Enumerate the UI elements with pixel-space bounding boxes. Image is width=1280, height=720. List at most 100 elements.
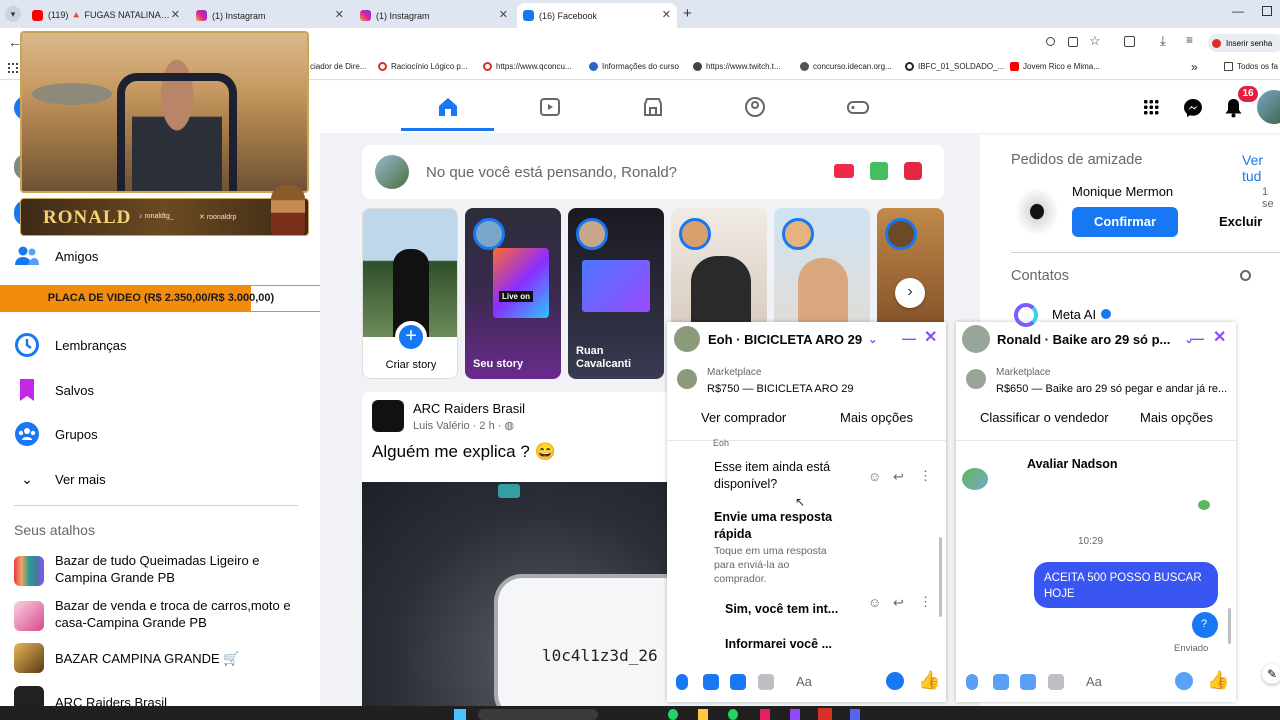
listing-title[interactable]: R$650 — Baike aro 29 só pegar e andar já…	[996, 383, 1232, 395]
gif-icon[interactable]	[1048, 674, 1064, 690]
taskbar-app-icon[interactable]	[790, 709, 800, 720]
taskbar-app-icon[interactable]	[728, 709, 738, 720]
bookmark-5[interactable]: https://www.twitch.t...	[693, 62, 781, 71]
see-all-link[interactable]: Ver tud	[1242, 152, 1280, 184]
taskbar-app-icon[interactable]	[698, 709, 708, 720]
sticker-icon[interactable]	[1020, 674, 1036, 690]
group-avatar[interactable]	[372, 400, 404, 432]
download-icon[interactable]: ⤓	[1160, 33, 1166, 49]
minimize-window-button[interactable]: —	[1232, 4, 1244, 18]
home-icon[interactable]	[436, 95, 460, 119]
rate-seller-button[interactable]: Classificar o vendedor	[980, 410, 1109, 425]
shortcut-item[interactable]: BAZAR CAMPINA GRANDE 🛒	[14, 643, 304, 675]
story-next-button[interactable]: ›	[895, 278, 925, 308]
apps-icon[interactable]	[8, 63, 18, 73]
tab-facebook[interactable]: (16) Facebook ✕	[517, 3, 677, 28]
sidebar-item-friends[interactable]: Amigos	[14, 243, 98, 269]
zoom-icon[interactable]	[1046, 37, 1055, 46]
request-avatar[interactable]	[1011, 183, 1063, 235]
taskbar-app-icon[interactable]	[668, 709, 678, 720]
emoji-react-icon[interactable]: ☺	[868, 469, 881, 484]
sidebar-item-see-more[interactable]: ⌄ Ver mais	[14, 466, 105, 492]
emoji-icon[interactable]	[886, 672, 904, 690]
photo-icon[interactable]	[703, 674, 719, 690]
rate-label[interactable]: Avaliar Nadson	[1027, 457, 1118, 471]
chat-message-input[interactable]: Aa	[796, 674, 812, 689]
extensions-icon[interactable]	[1124, 36, 1135, 47]
close-icon[interactable]: ✕	[499, 8, 508, 21]
reply-icon[interactable]: ↩	[893, 595, 904, 611]
sidebar-item-saved[interactable]: Salvos	[14, 377, 94, 403]
post-image[interactable]: l0c4l1z3d_26	[362, 482, 667, 706]
sidebar-item-memories[interactable]: Lembranças	[14, 332, 127, 358]
video-icon[interactable]	[538, 95, 562, 119]
delete-button[interactable]: Excluir	[1219, 214, 1262, 229]
shortcut-item[interactable]: Bazar de tudo Queimadas Ligeiro e Campin…	[14, 552, 304, 588]
shortcut-item[interactable]: ARC Raiders Brasil	[14, 686, 304, 710]
quick-reply-2[interactable]: Informarei você ...	[725, 637, 832, 651]
taskbar-search[interactable]	[478, 709, 598, 720]
photo-icon[interactable]	[993, 674, 1009, 690]
close-icon[interactable]: ✕	[171, 8, 180, 21]
bookmark-4[interactable]: Informações do curso	[589, 62, 679, 71]
composer-avatar[interactable]	[375, 155, 409, 189]
sticker-icon[interactable]	[730, 674, 746, 690]
meta-ai-avatar[interactable]	[1014, 303, 1038, 327]
contact-meta-ai[interactable]: Meta AI	[1052, 307, 1096, 322]
password-button[interactable]: Inserir senha	[1208, 34, 1280, 52]
maximize-window-button[interactable]	[1262, 6, 1272, 16]
reel-icon[interactable]	[904, 162, 922, 180]
composer-input[interactable]: No que você está pensando, Ronald?	[426, 164, 677, 181]
more-icon[interactable]: ⋮	[919, 594, 932, 610]
bookmark-2[interactable]: Raciocínio Lógico p...	[378, 62, 468, 71]
start-icon[interactable]	[454, 709, 466, 720]
groups-icon[interactable]	[743, 95, 767, 119]
sidebar-item-groups[interactable]: Grupos	[14, 421, 98, 447]
all-bookmarks-folder[interactable]: Todos os fa	[1224, 62, 1278, 71]
tab-youtube[interactable]: (119) 🔺 FUGAS NATALINAS 🔺 ✕	[26, 3, 186, 28]
listing-title[interactable]: R$750 — BICICLETA ARO 29	[707, 383, 854, 395]
reading-list-icon[interactable]: ≡	[1186, 33, 1193, 47]
chat-scrollbar[interactable]	[939, 537, 942, 617]
more-bookmarks-button[interactable]: »	[1191, 60, 1198, 74]
more-options-button[interactable]: Mais opções	[1140, 410, 1213, 425]
search-icon[interactable]	[1240, 270, 1251, 281]
microphone-icon[interactable]	[966, 674, 978, 690]
messenger-icon[interactable]	[1183, 98, 1203, 118]
bookmark-1[interactable]: ciador de Dire...	[310, 62, 366, 71]
taskbar-app-icon[interactable]	[818, 708, 832, 720]
profile-avatar[interactable]	[1257, 90, 1280, 124]
quick-reply-1[interactable]: Sim, você tem int...	[725, 602, 838, 616]
story-card[interactable]: Live on Seu story	[465, 208, 561, 379]
chevron-down-icon[interactable]: ⌄	[868, 333, 877, 346]
close-chat-icon[interactable]: ✕	[1213, 327, 1226, 347]
reply-icon[interactable]: ↩	[893, 469, 904, 485]
new-tab-button[interactable]: +	[683, 5, 692, 22]
menu-grid-icon[interactable]	[1143, 99, 1159, 115]
marketplace-icon[interactable]	[641, 95, 665, 119]
like-icon[interactable]: 👍	[918, 670, 940, 691]
more-icon[interactable]: ⋮	[919, 468, 932, 484]
bookmark-3[interactable]: https://www.qconcu...	[483, 62, 572, 71]
see-buyer-button[interactable]: Ver comprador	[701, 410, 786, 425]
emoji-react-icon[interactable]: ☺	[868, 595, 881, 610]
gif-icon[interactable]	[758, 674, 774, 690]
bookmark-6[interactable]: concurso.idecan.org...	[800, 62, 892, 71]
story-create[interactable]: + Criar story	[362, 208, 458, 379]
close-icon[interactable]: ✕	[335, 8, 344, 21]
post-group-name[interactable]: ARC Raiders Brasil	[413, 401, 525, 416]
more-options-button[interactable]: Mais opções	[840, 410, 913, 425]
bookmark-7[interactable]: IBFC_01_SOLDADO_...	[905, 62, 1004, 71]
bell-icon[interactable]	[1224, 98, 1243, 118]
live-video-icon[interactable]	[834, 164, 854, 178]
translate-icon[interactable]	[1068, 37, 1078, 47]
gaming-icon[interactable]	[846, 95, 870, 119]
close-icon[interactable]: ✕	[662, 8, 671, 21]
close-chat-icon[interactable]: ✕	[924, 327, 937, 347]
tab-search-dropdown[interactable]: ▾	[5, 6, 21, 22]
bookmark-8[interactable]: Jovem Rico e Mima...	[1010, 62, 1100, 71]
shortcut-item[interactable]: Bazar de venda e troca de carros,moto e …	[14, 597, 304, 633]
minimize-chat-icon[interactable]: —	[902, 330, 916, 346]
tab-instagram-1[interactable]: (1) Instagram ✕	[190, 3, 350, 28]
microphone-icon[interactable]	[676, 674, 688, 690]
